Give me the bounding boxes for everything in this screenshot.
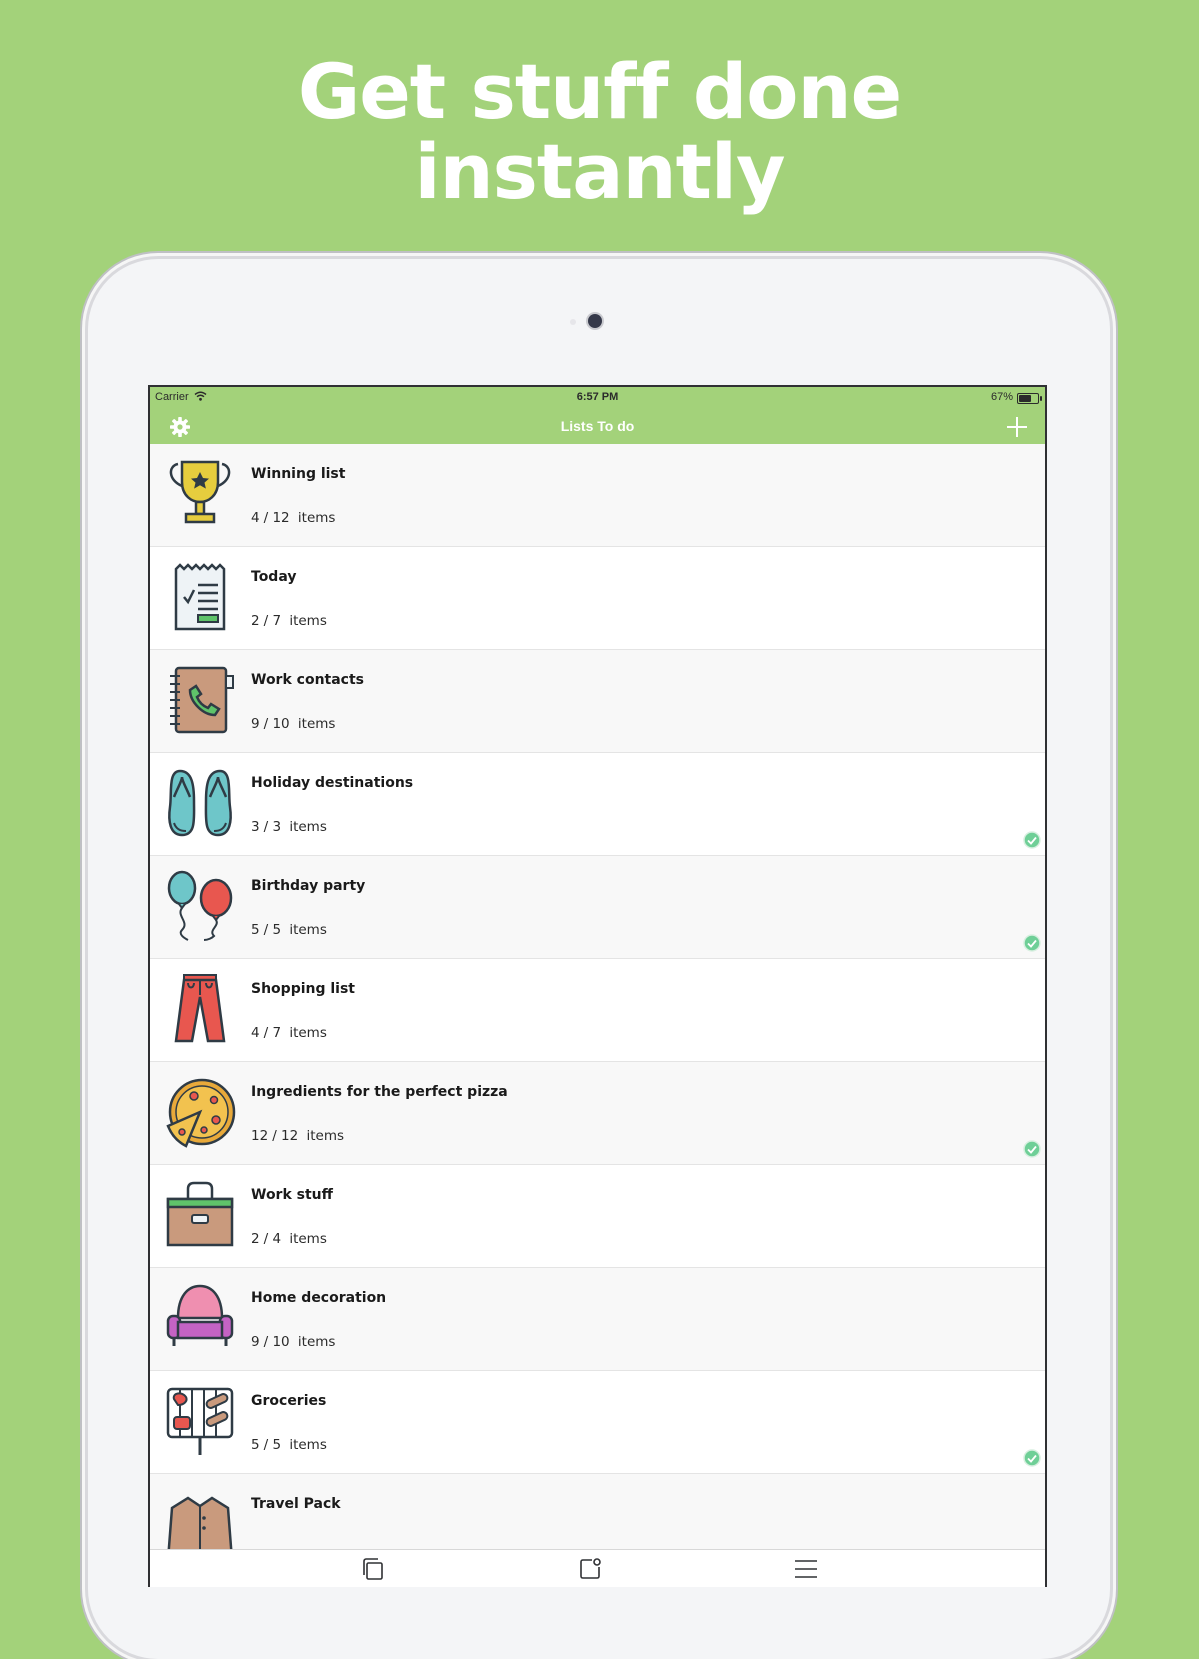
status-bar: Carrier 6:57 PM 67% [150,387,1045,409]
nav-bar: Lists To do [150,409,1045,444]
check-icon [1023,1449,1041,1467]
grill-icon [166,1387,234,1455]
list-count: 4/ 12 items [251,510,336,526]
list-count: 9/ 10 items [251,716,336,732]
list-item[interactable]: Work stuff 2/ 4 items [150,1165,1045,1268]
toolbox-icon [166,1181,234,1247]
receipt-icon [174,563,226,631]
list-count: 5/ 5 items [251,1437,327,1453]
list-item[interactable]: Holiday destinations 3/ 3 items [150,753,1045,856]
list-name: Birthday party [251,878,366,894]
armchair-icon [166,1284,234,1346]
balloons-icon [167,870,233,941]
check-icon [1023,934,1041,952]
sensor-dot [570,319,576,325]
list-count: 5/ 5 items [251,922,327,938]
copy-icon[interactable] [360,1556,386,1582]
lists-container: Winning list 4/ 12 items Today 2/ 7 item… [150,444,1045,1577]
tab-bar [150,1549,1045,1587]
pizza-icon [166,1078,236,1148]
list-count: 2/ 7 items [251,613,327,629]
nav-title: Lists To do [560,418,635,434]
battery-percent: 67% [990,391,1013,403]
plus-icon[interactable] [1005,415,1029,439]
notification-icon[interactable] [577,1556,603,1582]
list-name: Home decoration [251,1290,387,1306]
check-icon [1023,1140,1041,1158]
list-item[interactable]: Work contacts 9/ 10 items [150,650,1045,753]
list-count: 3/ 3 items [251,819,327,835]
camera-icon [588,314,602,328]
list-name: Shopping list [251,981,355,997]
list-count: 2/ 4 items [251,1231,327,1247]
headline: Get stuff done instantly [0,52,1199,212]
status-time: 6:57 PM [576,391,619,403]
pants-icon [174,974,226,1043]
app-screen: Carrier 6:57 PM 67% Lists To do Winning … [148,385,1047,1587]
list-name: Holiday destinations [251,775,414,791]
list-count: 9/ 10 items [251,1334,336,1350]
list-name: Work stuff [251,1187,333,1203]
list-item[interactable]: Home decoration 9/ 10 items [150,1268,1045,1371]
headline-line-1: Get stuff done [297,47,902,136]
battery-icon [1017,393,1042,404]
list-name: Work contacts [251,672,364,688]
address-book-icon [170,666,234,734]
list-name: Travel Pack [251,1496,341,1512]
list-item[interactable]: Shopping list 4/ 7 items [150,959,1045,1062]
list-item[interactable]: Winning list 4/ 12 items [150,444,1045,547]
list-count: 12/ 12 items [251,1128,345,1144]
list-name: Ingredients for the perfect pizza [251,1084,508,1100]
list-name: Groceries [251,1393,327,1409]
headline-line-2: instantly [414,127,785,216]
tablet-device: Carrier 6:57 PM 67% Lists To do Winning … [88,259,1110,1659]
list-item[interactable]: Birthday party 5/ 5 items [150,856,1045,959]
flip-flops-icon [168,769,232,837]
check-icon [1023,831,1041,849]
list-item[interactable]: Groceries 5/ 5 items [150,1371,1045,1474]
list-count: 4/ 7 items [251,1025,327,1041]
list-item[interactable]: Today 2/ 7 items [150,547,1045,650]
list-name: Winning list [251,466,346,482]
list-name: Today [251,569,297,585]
trophy-icon [169,460,231,524]
list-item[interactable]: Ingredients for the perfect pizza 12/ 12… [150,1062,1045,1165]
battery-fill [1019,395,1032,402]
menu-icon[interactable] [793,1556,819,1582]
